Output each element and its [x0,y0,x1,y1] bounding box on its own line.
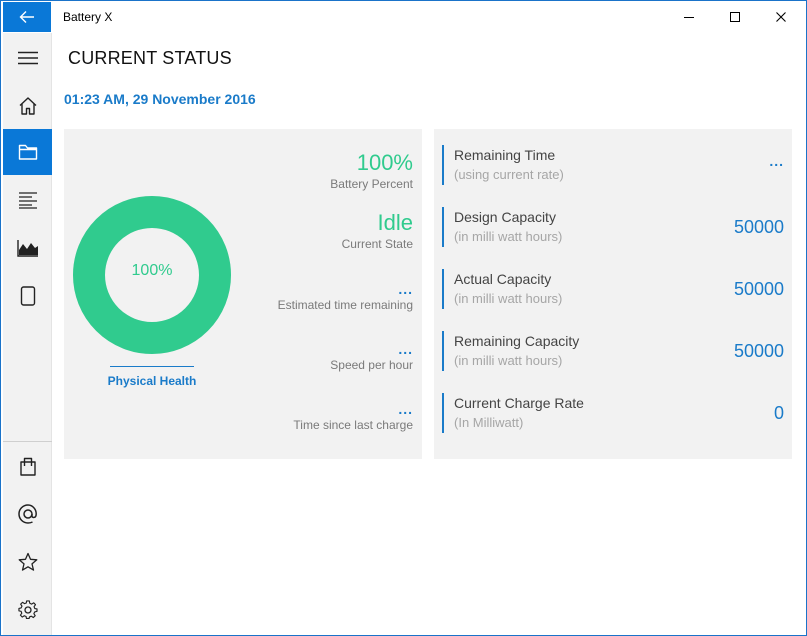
metric-design-capacity: Design Capacity (in milli watt hours) 50… [442,207,784,247]
status-summary-card: 100% Physical Health 100% Battery Percen… [64,129,422,459]
hamburger-icon [17,51,38,65]
nav-settings[interactable] [3,587,52,633]
maximize-icon [730,12,740,22]
metric-name: Current Charge Rate [454,395,584,411]
metric-value: 50000 [733,341,784,361]
metric-name: Remaining Time [454,147,556,163]
close-icon [776,12,786,22]
menu-toggle-button[interactable] [3,35,52,81]
metric-accent-bar [442,331,444,371]
maximize-button[interactable] [712,1,758,33]
time-remaining-stat: ... Estimated time remaining [278,281,413,313]
metric-name: Actual Capacity [454,271,552,287]
since-charge-value: ... [398,401,413,417]
metric-unit: (in milli watt hours) [454,353,563,368]
physical-health-percent: 100% [131,262,173,279]
nav-history-chart[interactable] [3,225,52,271]
current-state-value: Idle [377,210,413,235]
physical-health-label[interactable]: Physical Health [104,374,200,388]
nav-device[interactable] [3,273,52,319]
title-bar: Battery X [1,1,806,33]
at-sign-icon [17,504,37,524]
page-title: CURRENT STATUS [68,48,232,68]
metric-unit: (in milli watt hours) [454,229,563,244]
metric-unit: (using current rate) [454,167,564,182]
nav-details[interactable] [3,177,52,223]
metric-accent-bar [442,393,444,433]
since-charge-stat: ... Time since last charge [293,401,413,433]
gear-icon [17,600,38,620]
metric-charge-rate: Current Charge Rate (In Milliwatt) 0 [442,393,784,433]
current-state-stat: Idle Current State [342,210,413,252]
app-title: Battery X [63,10,113,24]
battery-percent-label: Battery Percent [330,177,413,191]
speed-value: ... [398,341,413,357]
metric-name: Design Capacity [454,209,556,225]
shopping-bag-icon [19,457,36,476]
metric-remaining-time: Remaining Time (using current rate) ... [442,145,784,185]
metric-unit: (In Milliwatt) [454,415,524,430]
nav-current-status[interactable] [3,129,52,175]
metric-remaining-capacity: Remaining Capacity (in milli watt hours)… [442,331,784,371]
current-datetime: 01:23 AM, 29 November 2016 [64,91,256,107]
since-charge-label: Time since last charge [293,418,413,432]
metric-value: 0 [773,403,784,423]
battery-percent-value: 100% [356,150,413,175]
back-button[interactable] [3,2,51,32]
minimize-button[interactable] [666,1,712,33]
sidebar-divider [3,441,52,442]
close-button[interactable] [758,1,804,33]
battery-percent-stat: 100% Battery Percent [330,150,413,192]
speed-stat: ... Speed per hour [330,341,413,373]
metric-accent-bar [442,145,444,185]
nav-rate[interactable] [3,539,52,585]
metric-accent-bar [442,269,444,309]
sidebar [3,33,52,635]
nav-store[interactable] [3,443,52,489]
back-arrow-icon [19,11,34,23]
metric-unit: (in milli watt hours) [454,291,563,306]
area-chart-icon [16,240,38,257]
metric-actual-capacity: Actual Capacity (in milli watt hours) 50… [442,269,784,309]
nav-contact[interactable] [3,491,52,537]
list-icon [18,192,37,209]
time-remaining-value: ... [398,281,413,297]
metric-name: Remaining Capacity [454,333,580,349]
current-state-label: Current State [341,237,413,251]
app-window: Battery X CURRENT STATUS 01:23 AM, 29 No… [0,0,807,636]
minimize-icon [684,17,694,18]
metric-value: 50000 [733,279,784,299]
star-icon [18,552,37,571]
tablet-icon [20,286,35,306]
folder-icon [18,144,37,160]
capacity-details-card: Remaining Time (using current rate) ... … [434,129,792,459]
nav-home[interactable] [3,83,52,129]
physical-health-underline [110,366,194,367]
metric-accent-bar [442,207,444,247]
metric-value: 50000 [733,217,784,237]
time-remaining-label: Estimated time remaining [277,298,413,312]
home-icon [19,97,36,115]
metric-value: ... [769,153,784,169]
speed-label: Speed per hour [330,358,413,372]
